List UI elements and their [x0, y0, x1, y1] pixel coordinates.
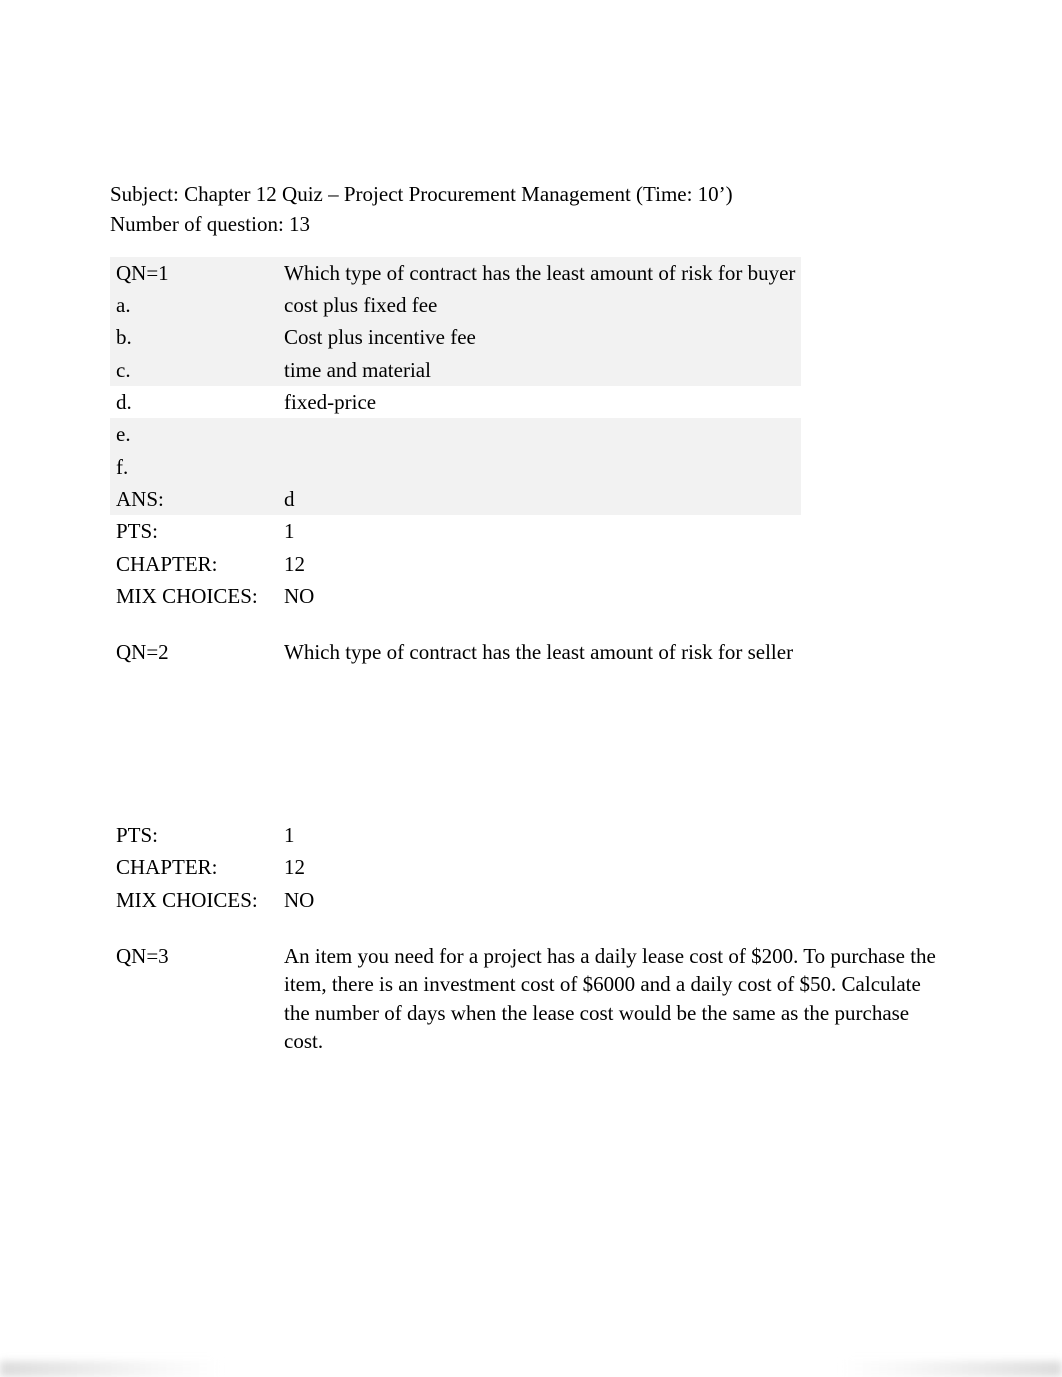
- q3-block: QN=3 An item you need for a project has …: [110, 940, 952, 1057]
- q1-opt-d-label: d.: [110, 386, 280, 418]
- q1-prompt: Which type of contract has the least amo…: [280, 257, 801, 289]
- q1-opt-e-label: e.: [110, 418, 280, 450]
- q2-chapter-label: CHAPTER:: [110, 851, 280, 883]
- q2-block: QN=2 Which type of contract has the leas…: [110, 636, 952, 668]
- q2-mix-label: MIX CHOICES:: [110, 884, 280, 916]
- q1-chapter-label: CHAPTER:: [110, 548, 280, 580]
- q1-opt-c-label: c.: [110, 354, 280, 386]
- subject-line: Subject: Chapter 12 Quiz – Project Procu…: [110, 180, 952, 208]
- q2-meta: PTS: 1 CHAPTER: 12 MIX CHOICES: NO: [110, 819, 952, 916]
- q1-opt-e-text: [280, 418, 801, 450]
- q1-ans-label: ANS:: [110, 483, 280, 515]
- q1-opt-b-label: b.: [110, 321, 280, 353]
- q2-pts-text: 1: [280, 819, 952, 851]
- q2-hidden-options: [110, 669, 952, 819]
- q3-qn-label: QN=3: [110, 940, 280, 1057]
- q1-qn-label: QN=1: [110, 257, 280, 289]
- q1-mix-label: MIX CHOICES:: [110, 580, 280, 612]
- q2-pts-label: PTS:: [110, 819, 280, 851]
- page-corner-shadow-left: [0, 1361, 220, 1377]
- q2-mix-text: NO: [280, 884, 952, 916]
- q1-opt-f-label: f.: [110, 451, 280, 483]
- page: Subject: Chapter 12 Quiz – Project Procu…: [0, 0, 1062, 1377]
- num-question-line: Number of question: 13: [110, 210, 952, 238]
- q1-pts-label: PTS:: [110, 515, 280, 547]
- q2-prompt: Which type of contract has the least amo…: [280, 636, 952, 668]
- page-corner-shadow-right: [842, 1361, 1062, 1377]
- q1-opt-a-text: cost plus fixed fee: [280, 289, 801, 321]
- q1-opt-f-text: [280, 451, 801, 483]
- q2-chapter-text: 12: [280, 851, 952, 883]
- q1-opt-d-text: fixed-price: [280, 386, 801, 418]
- q1-chapter-text: 12: [280, 548, 952, 580]
- q3-prompt: An item you need for a project has a dai…: [280, 940, 952, 1057]
- q1-opt-b-text: Cost plus incentive fee: [280, 321, 801, 353]
- q2-qn-label: QN=2: [110, 636, 280, 668]
- q1-ans-text: d: [280, 483, 801, 515]
- q1-mix-text: NO: [280, 580, 952, 612]
- q1-block: QN=1 Which type of contract has the leas…: [110, 257, 952, 516]
- q1-opt-c-text: time and material: [280, 354, 801, 386]
- q1-pts-text: 1: [280, 515, 952, 547]
- q1-meta: PTS: 1 CHAPTER: 12 MIX CHOICES: NO: [110, 515, 952, 612]
- q1-opt-a-label: a.: [110, 289, 280, 321]
